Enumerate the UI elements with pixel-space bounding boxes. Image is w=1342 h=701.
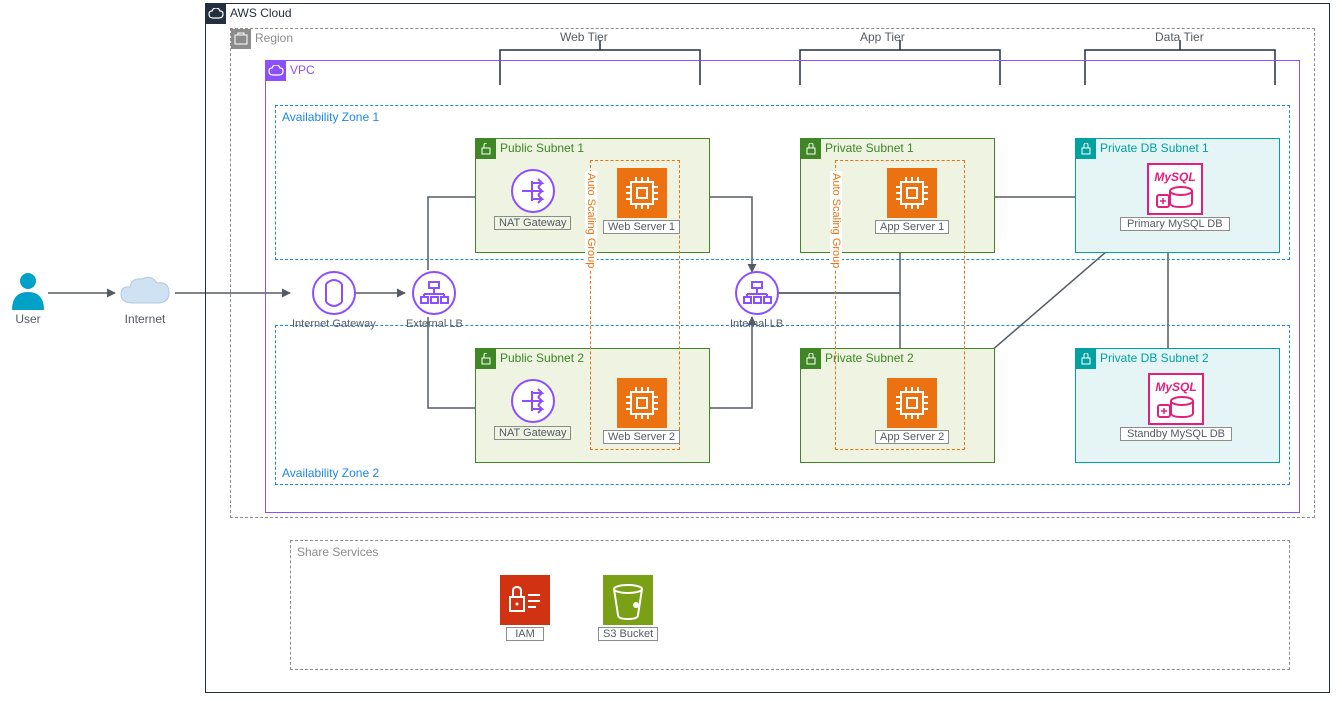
ec2-icon	[887, 168, 937, 218]
web2-label: Web Server 2	[603, 430, 680, 444]
user: User	[10, 270, 46, 326]
private-subnet-1-label: Private Subnet 1	[825, 141, 914, 155]
igw-label: Internet Gateway	[292, 318, 376, 330]
user-label: User	[15, 312, 40, 326]
external-lb: External LB	[406, 270, 463, 330]
internet-gateway: Internet Gateway	[292, 270, 376, 330]
public-subnet-1-label: Public Subnet 1	[500, 141, 584, 155]
lock-icon	[1076, 139, 1096, 159]
iam-label: IAM	[506, 627, 544, 641]
lock-open-icon	[476, 139, 496, 159]
primary-db: MySQL Primary MySQL DB	[1120, 163, 1230, 231]
app-server-1: App Server 1	[875, 168, 949, 234]
rds-mysql-icon: MySQL	[1148, 373, 1204, 425]
app2-label: App Server 2	[875, 430, 949, 444]
internet: Internet	[115, 275, 175, 326]
share-services-group: Share Services	[290, 540, 1290, 670]
az1-label: Availability Zone 1	[282, 110, 379, 124]
ec2-icon	[887, 378, 937, 428]
asg-app-label: Auto Scaling Group	[830, 171, 842, 270]
igw-icon	[311, 270, 357, 316]
nat-gateway-1: NAT Gateway	[494, 168, 571, 230]
lock-open-icon	[476, 349, 496, 369]
cloud-icon	[115, 275, 175, 310]
int-lb-label: Internal LB	[730, 318, 783, 330]
svg-text:MySQL: MySQL	[1154, 170, 1195, 184]
rds-mysql-icon: MySQL	[1147, 163, 1203, 215]
db1-label: Primary MySQL DB	[1120, 217, 1230, 231]
public-subnet-2-label: Public Subnet 2	[500, 351, 584, 365]
lock-icon	[801, 349, 821, 369]
internet-label: Internet	[125, 312, 166, 326]
standby-db: MySQL Standby MySQL DB	[1120, 373, 1232, 441]
aws-cloud-label: AWS Cloud	[230, 6, 292, 20]
vpc-label: VPC	[290, 63, 315, 77]
region-label: Region	[255, 31, 293, 45]
ec2-icon	[617, 168, 667, 218]
svg-text:MySQL: MySQL	[1155, 380, 1196, 394]
lb-icon	[734, 270, 780, 316]
nat-icon	[510, 168, 556, 214]
user-icon	[10, 270, 46, 310]
lock-icon	[801, 139, 821, 159]
iam: IAM	[500, 575, 550, 641]
ext-lb-label: External LB	[406, 318, 463, 330]
vpc-icon	[266, 61, 286, 81]
db-subnet-1-label: Private DB Subnet 1	[1100, 141, 1209, 155]
web-server-2: Web Server 2	[603, 378, 680, 444]
web1-label: Web Server 1	[603, 220, 680, 234]
nat2-label: NAT Gateway	[494, 426, 571, 440]
app1-label: App Server 1	[875, 220, 949, 234]
az2-label: Availability Zone 2	[282, 466, 379, 480]
region-icon	[231, 29, 251, 49]
lock-icon	[1076, 349, 1096, 369]
s3-label: S3 Bucket	[598, 627, 658, 641]
s3-bucket: S3 Bucket	[598, 575, 658, 641]
nat-icon	[510, 378, 556, 424]
nat1-label: NAT Gateway	[494, 216, 571, 230]
db-subnet-2-label: Private DB Subnet 2	[1100, 351, 1209, 365]
lb-icon	[411, 270, 457, 316]
db2-label: Standby MySQL DB	[1120, 427, 1232, 441]
iam-icon	[500, 575, 550, 625]
aws-cloud-icon	[206, 4, 226, 24]
asg-web-label: Auto Scaling Group	[585, 171, 597, 270]
internal-lb: Internal LB	[730, 270, 783, 330]
ec2-icon	[617, 378, 667, 428]
share-services-label: Share Services	[297, 545, 378, 559]
app-server-2: App Server 2	[875, 378, 949, 444]
s3-icon	[603, 575, 653, 625]
nat-gateway-2: NAT Gateway	[494, 378, 571, 440]
web-server-1: Web Server 1	[603, 168, 680, 234]
